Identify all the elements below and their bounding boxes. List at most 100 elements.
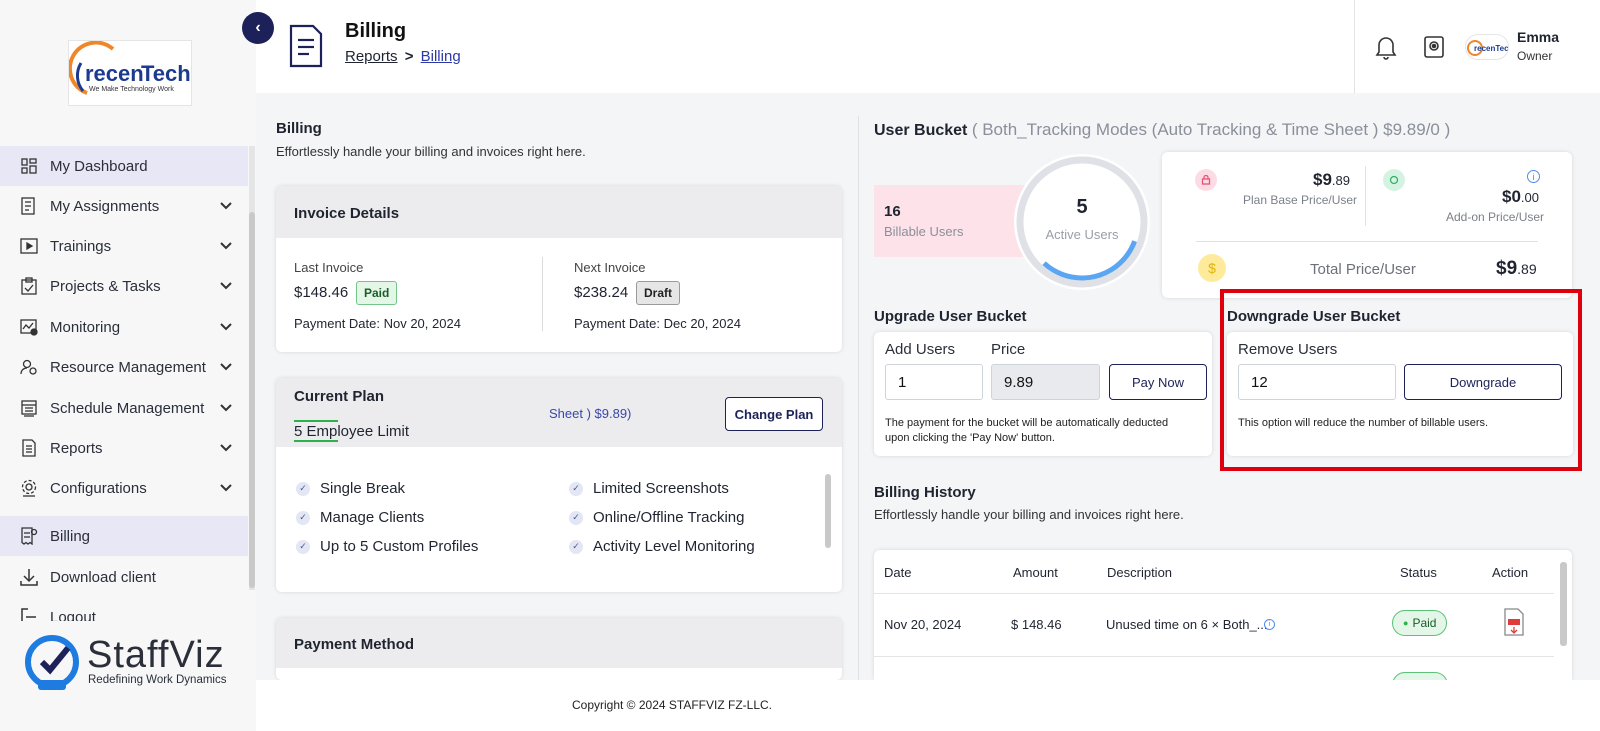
feature-item: ✓ Up to 5 Custom Profiles bbox=[296, 538, 478, 555]
active-users-ring bbox=[1016, 156, 1148, 288]
staffviz-logo-text: StaffViz bbox=[87, 634, 225, 676]
feature-label: Single Break bbox=[320, 480, 406, 497]
feature-item: ✓ Limited Screenshots bbox=[569, 480, 729, 497]
sidebar-item-projects-tasks[interactable]: Projects & Tasks bbox=[0, 266, 248, 306]
info-icon[interactable]: i bbox=[1264, 619, 1275, 630]
avatar[interactable]: recenTech bbox=[1465, 34, 1509, 60]
chevron-down-icon[interactable] bbox=[218, 479, 234, 495]
chevron-down-icon[interactable] bbox=[218, 399, 234, 415]
last-invoice-amount: $148.46 bbox=[294, 284, 349, 301]
sidebar-item-monitoring[interactable]: Monitoring bbox=[0, 307, 248, 347]
employee-limit: 5 Employee Limit bbox=[294, 423, 410, 440]
add-on-price-label: Add-on Price/User bbox=[1446, 210, 1545, 224]
chevron-down-icon[interactable] bbox=[218, 277, 234, 293]
calendar-icon bbox=[18, 397, 40, 419]
notification-bell-icon[interactable] bbox=[1374, 34, 1398, 63]
downgrade-highlight-box bbox=[1220, 289, 1582, 471]
current-plan-title: Current Plan bbox=[294, 388, 385, 405]
feature-label: Activity Level Monitoring bbox=[593, 538, 755, 555]
settings-book-icon[interactable] bbox=[1422, 35, 1446, 62]
employee-limit-marker bbox=[294, 420, 338, 422]
page-title: Billing bbox=[345, 20, 407, 42]
sidebar-item-logout[interactable]: Logout bbox=[0, 597, 248, 621]
row-amount: $ 148.46 bbox=[1011, 617, 1062, 632]
add-on-price-cents: .00 bbox=[1520, 190, 1539, 205]
column-header-action: Action bbox=[1492, 565, 1529, 580]
plan-base-price: $9.89 bbox=[1313, 170, 1350, 190]
status-label: Paid bbox=[1412, 616, 1437, 630]
svg-text:Tech: Tech bbox=[141, 61, 191, 86]
dollar-coin-icon: $ bbox=[1198, 254, 1226, 282]
status-badge-partial bbox=[1392, 672, 1448, 680]
sidebar-item-label: My Dashboard bbox=[50, 157, 148, 175]
total-price-dollars: $9 bbox=[1496, 258, 1518, 279]
add-users-label: Add Users bbox=[885, 341, 956, 358]
staffviz-logo-tagline: Redefining Work Dynamics bbox=[88, 674, 227, 686]
sidebar-item-label: Logout bbox=[50, 608, 96, 622]
sidebar-item-download-client[interactable]: Download client bbox=[0, 557, 248, 597]
chevron-down-icon[interactable] bbox=[218, 318, 234, 334]
column-divider bbox=[858, 116, 859, 680]
status-badge: Draft bbox=[636, 281, 681, 305]
sidebar-item-configurations[interactable]: Configurations bbox=[0, 468, 248, 508]
billing-history-title: Billing History bbox=[874, 484, 976, 501]
info-icon[interactable]: i bbox=[1527, 170, 1540, 183]
status-badge: Paid bbox=[356, 281, 398, 305]
collapse-sidebar-button[interactable]: ‹ bbox=[242, 12, 274, 44]
header-divider bbox=[1354, 0, 1355, 93]
sidebar-item-my-assignments[interactable]: My Assignments bbox=[0, 186, 248, 226]
breadcrumb-reports-link[interactable]: Reports bbox=[345, 48, 398, 65]
sidebar-item-schedule-management[interactable]: Schedule Management bbox=[0, 388, 248, 428]
sidebar-item-resource-management[interactable]: Resource Management bbox=[0, 347, 248, 387]
price-field: 9.89 bbox=[991, 364, 1100, 400]
billing-section-subtitle: Effortlessly handle your billing and inv… bbox=[276, 144, 586, 159]
column-header-status: Status bbox=[1400, 565, 1437, 580]
training-icon bbox=[18, 235, 40, 257]
sidebar-item-label: Configurations bbox=[50, 479, 147, 497]
add-on-price-dollars: $0 bbox=[1502, 187, 1521, 206]
sidebar-item-trainings[interactable]: Trainings bbox=[0, 226, 248, 266]
pay-now-button[interactable]: Pay Now bbox=[1109, 364, 1207, 400]
lock-icon bbox=[1195, 169, 1217, 191]
current-plan-card: Current Plan 5 Employee Limit Sheet ) $9… bbox=[276, 378, 842, 592]
feature-item: ✓ Manage Clients bbox=[296, 509, 424, 526]
payment-method-card: Payment Method bbox=[276, 618, 842, 680]
billing-history-subtitle: Effortlessly handle your billing and inv… bbox=[874, 507, 1184, 522]
feature-label: Up to 5 Custom Profiles bbox=[320, 538, 479, 555]
upgrade-card: Add Users Price 1 9.89 Pay Now The payme… bbox=[874, 332, 1212, 456]
dashboard-icon bbox=[18, 155, 40, 177]
active-users-count: 5 bbox=[1076, 196, 1088, 218]
plan-base-price-label: Plan Base Price/User bbox=[1243, 193, 1358, 207]
check-icon: ✓ bbox=[569, 481, 583, 496]
feature-item: ✓ Online/Offline Tracking bbox=[569, 509, 744, 526]
check-icon: ✓ bbox=[296, 481, 310, 496]
check-icon: ✓ bbox=[569, 510, 583, 525]
sidebar-item-label: Reports bbox=[50, 439, 103, 457]
user-name[interactable]: Emma bbox=[1517, 29, 1559, 45]
status-dot-icon: ● bbox=[1403, 618, 1409, 628]
payment-method-title: Payment Method bbox=[294, 636, 415, 653]
chevron-left-icon: ‹ bbox=[255, 19, 261, 36]
sidebar-item-billing[interactable]: Billing bbox=[0, 516, 248, 556]
next-invoice-label: Next Invoice bbox=[574, 260, 646, 275]
sidebar-item-reports[interactable]: Reports bbox=[0, 428, 248, 468]
total-price: $9.89 bbox=[1496, 258, 1537, 280]
sidebar-scrollbar-thumb[interactable] bbox=[249, 212, 255, 588]
plan-base-price-dollars: $9 bbox=[1313, 170, 1332, 189]
breadcrumb-billing-link[interactable]: Billing bbox=[421, 48, 461, 65]
add-users-input[interactable]: 1 bbox=[885, 364, 983, 400]
invoice-divider bbox=[542, 257, 543, 331]
change-plan-button[interactable]: Change Plan bbox=[725, 397, 823, 431]
sidebar-item-my-dashboard[interactable]: My Dashboard bbox=[0, 146, 248, 186]
breadcrumb: Reports > Billing bbox=[345, 48, 461, 65]
chevron-down-icon[interactable] bbox=[218, 358, 234, 374]
chevron-down-icon[interactable] bbox=[218, 237, 234, 253]
chevron-down-icon[interactable] bbox=[218, 439, 234, 455]
sidebar-item-label: Billing bbox=[50, 527, 91, 545]
chevron-down-icon[interactable] bbox=[218, 197, 234, 213]
logout-icon bbox=[18, 606, 40, 621]
pdf-download-icon[interactable] bbox=[1502, 608, 1526, 639]
features-scrollbar[interactable] bbox=[825, 474, 831, 548]
table-scrollbar[interactable] bbox=[1560, 562, 1567, 646]
sidebar-item-label: Trainings bbox=[50, 237, 112, 255]
